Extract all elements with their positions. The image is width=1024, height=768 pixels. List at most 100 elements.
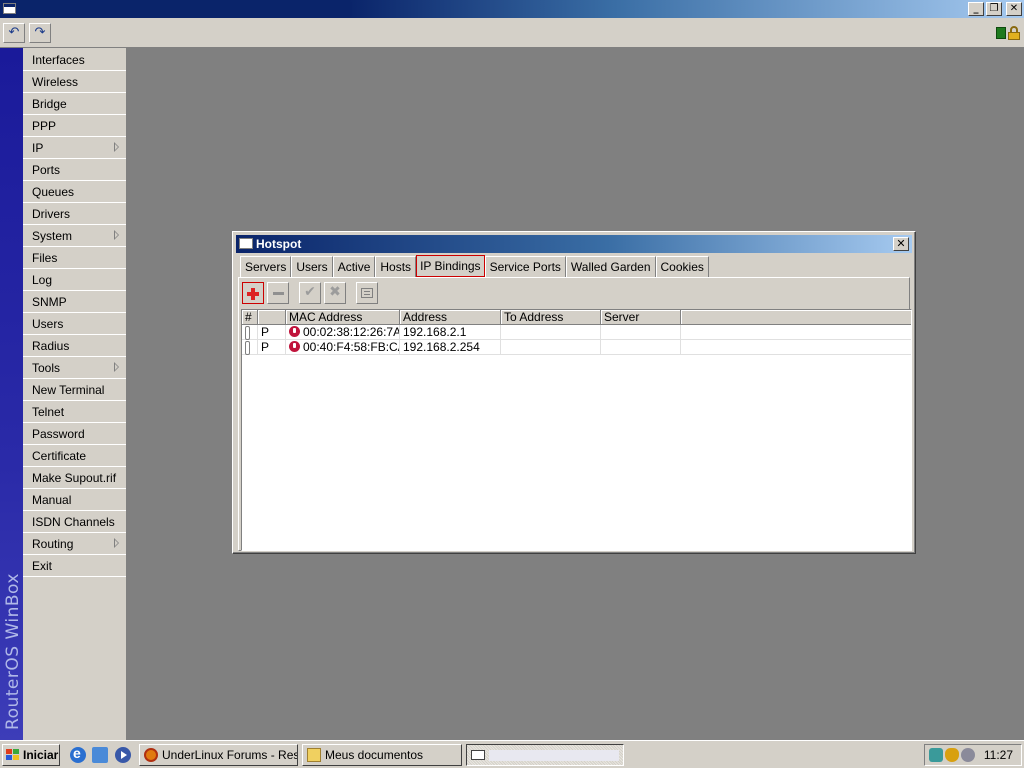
menu-item-manual[interactable]: Manual	[23, 489, 126, 511]
hotspot-window: Hotspot ✕ Servers Users Active Hosts IP Bind…	[232, 231, 916, 554]
menu-item-label: Files	[32, 251, 58, 265]
table-header: # MAC Address Address To Address Server	[242, 310, 911, 325]
menu-item-make-supout-rif[interactable]: Make Supout.rif	[23, 467, 126, 489]
menu-item-log[interactable]: Log	[23, 269, 126, 291]
menu-item-new-terminal[interactable]: New Terminal	[23, 379, 126, 401]
add-button[interactable]	[242, 282, 264, 304]
hotspot-close-button[interactable]: ✕	[893, 237, 909, 251]
cell-number	[242, 325, 258, 340]
cell-to-address	[501, 340, 601, 355]
column-header-filler	[681, 310, 911, 325]
menu-item-label: Certificate	[32, 449, 87, 463]
firefox-icon	[144, 748, 158, 762]
menu-item-certificate[interactable]: Certificate	[23, 445, 126, 467]
restore-button[interactable]: ❐	[986, 2, 1002, 16]
menu-item-isdn-channels[interactable]: ISDN Channels	[23, 511, 126, 533]
menu-item-ip[interactable]: IP	[23, 137, 126, 159]
task-label: UnderLinux Forums - Res...	[162, 748, 298, 762]
column-header-server[interactable]: Server	[601, 310, 681, 325]
hotspot-title-bar[interactable]: Hotspot ✕	[236, 235, 912, 253]
show-desktop-icon[interactable]	[92, 747, 108, 763]
remove-button[interactable]	[267, 282, 289, 304]
submenu-arrow-icon	[114, 362, 119, 372]
menu-item-label: Manual	[32, 493, 72, 507]
column-header-flags[interactable]	[258, 310, 286, 325]
cell-address: 192.168.2.254	[400, 340, 501, 355]
disable-button[interactable]: ✖	[324, 282, 346, 304]
menu-item-ppp[interactable]: PPP	[23, 115, 126, 137]
task-label-redacted	[489, 750, 619, 761]
security-shield-icon[interactable]	[945, 748, 959, 762]
column-header-mac-address[interactable]: MAC Address	[286, 310, 400, 325]
tab-hosts[interactable]: Hosts	[375, 256, 417, 278]
enable-button[interactable]: ✔	[299, 282, 321, 304]
menu-item-files[interactable]: Files	[23, 247, 126, 269]
menu-item-snmp[interactable]: SNMP	[23, 291, 126, 313]
cell-filler	[681, 340, 911, 355]
undo-button[interactable]: ↶	[3, 23, 25, 43]
cell-number	[242, 340, 258, 355]
minimize-button[interactable]: _	[968, 2, 984, 16]
menu-item-interfaces[interactable]: Interfaces	[23, 49, 126, 71]
menu-item-radius[interactable]: Radius	[23, 335, 126, 357]
task-my-documents[interactable]: Meus documentos	[302, 744, 462, 766]
menu-item-label: Telnet	[32, 405, 65, 419]
start-button[interactable]: Iniciar	[2, 744, 60, 766]
menu-item-exit[interactable]: Exit	[23, 555, 126, 577]
menu-item-system[interactable]: System	[23, 225, 126, 247]
menu-item-label: Routing	[32, 537, 74, 551]
tab-active[interactable]: Active	[332, 256, 376, 278]
menu-item-telnet[interactable]: Telnet	[23, 401, 126, 423]
cell-address-text: 192.168.2.1	[403, 325, 467, 339]
menu-item-password[interactable]: Password	[23, 423, 126, 445]
column-header--[interactable]: #	[242, 310, 258, 325]
menu-item-label: System	[32, 229, 73, 243]
internet-explorer-icon[interactable]	[70, 745, 86, 763]
window-controls: _ ❐ ✕	[968, 2, 1022, 16]
menu-item-label: Radius	[32, 339, 70, 353]
menu-item-label: SNMP	[32, 295, 67, 309]
task-firefox[interactable]: UnderLinux Forums - Res...	[139, 744, 298, 766]
menu-item-drivers[interactable]: Drivers	[23, 203, 126, 225]
submenu-arrow-icon	[114, 230, 119, 240]
windows-logo-icon	[6, 749, 20, 761]
menu-item-bridge[interactable]: Bridge	[23, 93, 126, 115]
cell-address: 192.168.2.1	[400, 325, 501, 340]
column-header-to-address[interactable]: To Address	[501, 310, 601, 325]
tab-users[interactable]: Users	[291, 256, 333, 278]
title-bar-highlight	[20, 2, 352, 16]
menu-item-ports[interactable]: Ports	[23, 159, 126, 181]
lock-icon	[1008, 26, 1020, 40]
table-row[interactable]: P 00:02:38:12:26:7A 192.168.2.1	[242, 325, 911, 340]
cell-server	[601, 340, 681, 355]
tab-ip-bindings[interactable]: IP Bindings	[416, 255, 485, 277]
tab-servers[interactable]: Servers	[240, 256, 292, 278]
tab-cookies[interactable]: Cookies	[655, 256, 709, 278]
volume-icon[interactable]	[961, 748, 975, 762]
menu-item-label: Interfaces	[32, 53, 85, 67]
table-row[interactable]: P 00:40:F4:58:FB:CA 192.168.2.254	[242, 340, 911, 355]
task-label: Meus documentos	[325, 748, 424, 762]
menu-item-users[interactable]: Users	[23, 313, 126, 335]
menu-item-queues[interactable]: Queues	[23, 181, 126, 203]
menu-item-routing[interactable]: Routing	[23, 533, 126, 555]
network-tray-icon[interactable]	[929, 748, 943, 762]
tab-service-ports[interactable]: Service Ports	[484, 256, 566, 278]
cell-mac-address: 00:40:F4:58:FB:CA	[286, 340, 400, 355]
side-menu: Interfaces Wireless Bridge PPP IP Ports Queues…	[23, 48, 127, 740]
comment-button[interactable]	[356, 282, 378, 304]
menu-item-label: Queues	[32, 185, 75, 199]
window-system-icon[interactable]	[3, 3, 16, 14]
tab-walled-garden[interactable]: Walled Garden	[565, 256, 656, 278]
menu-item-label: Make Supout.rif	[32, 471, 117, 485]
ip-bindings-panel: ✔ ✖ # MAC Address Address To Address Server …	[238, 277, 912, 551]
menu-item-tools[interactable]: Tools	[23, 357, 126, 379]
close-button[interactable]: ✕	[1006, 2, 1022, 16]
menu-item-label: Log	[32, 273, 53, 287]
media-player-icon[interactable]	[115, 747, 131, 763]
task-winbox[interactable]	[466, 744, 624, 766]
cell-filler	[681, 325, 911, 340]
menu-item-wireless[interactable]: Wireless	[23, 71, 126, 93]
redo-button[interactable]: ↷	[29, 23, 51, 43]
column-header-address[interactable]: Address	[400, 310, 501, 325]
